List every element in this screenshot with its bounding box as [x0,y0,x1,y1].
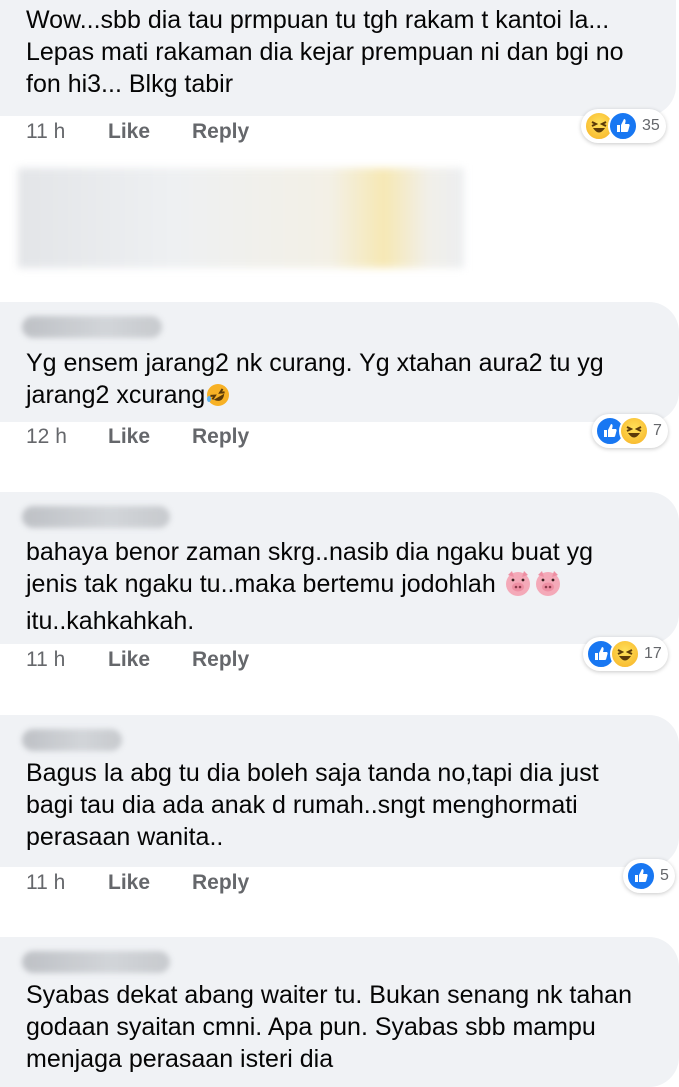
comment-text-line: itu..kahkahkah. [26,607,195,635]
like-button[interactable]: Like [108,116,192,148]
blurred-attachment-image [18,168,464,268]
haha-icon [610,639,640,669]
reply-button[interactable]: Reply [192,421,249,453]
reaction-summary[interactable]: 7 [592,414,668,448]
blurred-author-name[interactable] [22,729,122,751]
comment-timestamp[interactable]: 11 h [26,116,108,148]
pig-face-emoji [503,569,533,605]
reply-button[interactable]: Reply [192,867,249,899]
reply-button[interactable]: Reply [192,116,249,148]
pig-face-emoji [533,569,563,605]
comment-text-line: bahaya benor zaman skrg..nasib dia ngaku… [26,538,594,566]
comment-bubble: bahaya benor zaman skrg..nasib dia ngaku… [0,492,679,644]
reaction-summary[interactable]: 5 [623,859,675,893]
comment-actions: 11 h Like Reply [26,644,249,676]
comment-timestamp[interactable]: 11 h [26,644,108,676]
like-icon [608,111,638,141]
like-button[interactable]: Like [108,867,192,899]
comment-text-content: Yg ensem jarang2 nk curang. Yg xtahan au… [26,349,604,409]
comment-text: Yg ensem jarang2 nk curang. Yg xtahan au… [26,347,661,416]
comment-actions: 11 h Like Reply [26,867,249,899]
comment-bubble: Syabas dekat abang waiter tu. Bukan sena… [0,937,679,1087]
comment-text: Wow...sbb dia tau prmpuan tu tgh rakam t… [26,6,624,98]
reply-button[interactable]: Reply [192,644,249,676]
blurred-author-name[interactable] [22,316,162,338]
like-icon [626,861,656,891]
reaction-count: 35 [642,117,660,134]
comment-actions: 11 h Like Reply [26,116,249,148]
reaction-count: 5 [660,867,669,884]
blurred-author-name[interactable] [22,506,170,528]
like-button[interactable]: Like [108,644,192,676]
like-button[interactable]: Like [108,421,192,453]
haha-icon [619,416,649,446]
reaction-count: 7 [653,422,662,439]
comment-bubble: Wow...sbb dia tau prmpuan tu tgh rakam t… [0,0,676,116]
reaction-count: 17 [644,645,662,662]
reaction-summary[interactable]: 35 [581,109,666,143]
rolling-laughing-emoji [205,382,231,416]
blurred-author-name[interactable] [22,951,170,973]
comment-text: Bagus la abg tu dia boleh saja tanda no,… [26,759,599,851]
comment-timestamp[interactable]: 11 h [26,867,108,899]
comment-timestamp[interactable]: 12 h [26,421,108,453]
reaction-summary[interactable]: 17 [583,637,668,671]
comment-text: bahaya benor zaman skrg..nasib dia ngaku… [26,536,661,637]
comment-text-fragment: jenis tak ngaku tu..maka bertemu jodohla… [26,570,496,598]
comment-bubble: Bagus la abg tu dia boleh saja tanda no,… [0,715,679,867]
comment-actions: 12 h Like Reply [26,421,249,453]
comment-text: Syabas dekat abang waiter tu. Bukan sena… [26,981,632,1073]
comment-bubble: Yg ensem jarang2 nk curang. Yg xtahan au… [0,302,679,422]
comment-text-line: jenis tak ngaku tu..maka bertemu jodohla… [26,568,661,605]
